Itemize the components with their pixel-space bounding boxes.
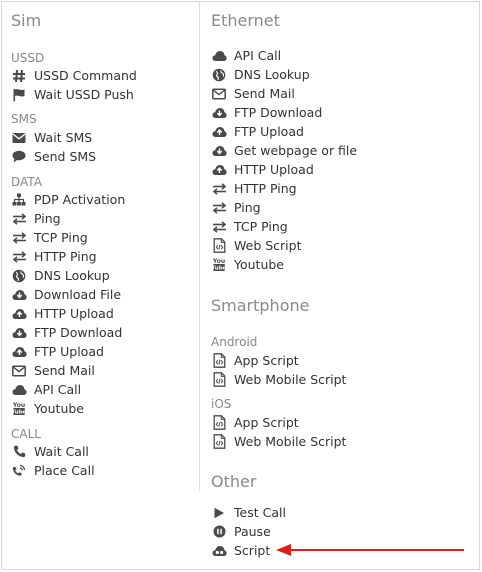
annotation-arrow <box>276 544 464 556</box>
